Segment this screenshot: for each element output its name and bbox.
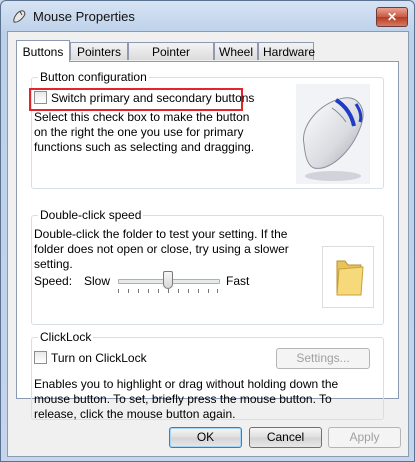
switch-buttons-checkbox[interactable] (34, 91, 47, 104)
slider-tick (158, 289, 159, 293)
slider-tick (188, 289, 189, 293)
slider-tick (128, 289, 129, 293)
clicklock-checkbox[interactable] (34, 351, 47, 364)
slider-tick (208, 289, 209, 293)
double-click-speed-slider[interactable] (118, 271, 220, 293)
cancel-button[interactable]: Cancel (249, 427, 322, 448)
close-button[interactable]: ✕ (376, 7, 408, 27)
clicklock-title: ClickLock (38, 330, 94, 344)
ok-button[interactable]: OK (169, 427, 242, 448)
clicklock-group: ClickLock Turn on ClickLock Settings... … (31, 330, 384, 421)
buttons-tab-panel: Button configuration Switch primary and … (16, 61, 399, 421)
button-configuration-description: Select this check box to make the button… (34, 110, 255, 154)
close-icon: ✕ (386, 10, 398, 24)
fast-label: Fast (226, 274, 250, 288)
mouse-illustration-icon (303, 97, 364, 181)
slider-tick (217, 289, 218, 293)
slider-tick (118, 289, 119, 293)
slider-tick (168, 289, 169, 293)
clicklock-label[interactable]: Turn on ClickLock (51, 351, 147, 365)
test-folder-area[interactable] (322, 246, 374, 308)
mouse-properties-window: Mouse Properties ✕ Buttons Pointers Poin… (0, 0, 415, 462)
title-bar[interactable]: Mouse Properties ✕ (1, 1, 414, 31)
mouse-image (296, 84, 370, 184)
double-click-description: Double-click the folder to test your set… (34, 227, 289, 271)
tab-hardware[interactable]: Hardware (258, 42, 315, 60)
window-title: Mouse Properties (33, 9, 135, 24)
clicklock-description: Enables you to highlight or drag without… (34, 377, 339, 421)
tab-wheel[interactable]: Wheel (214, 42, 258, 60)
clicklock-settings-button[interactable]: Settings... (276, 348, 370, 369)
slider-tick (198, 289, 199, 293)
tab-pointer-options[interactable]: Pointer Options (128, 42, 214, 77)
double-click-speed-group: Double-click speed Double-click the fold… (31, 208, 384, 325)
apply-button[interactable]: Apply (328, 427, 401, 448)
speed-label: Speed: (34, 274, 73, 288)
tab-pointers[interactable]: Pointers (70, 42, 128, 60)
folder-icon[interactable] (323, 247, 373, 307)
slider-tick (178, 289, 179, 293)
button-configuration-group: Button configuration Switch primary and … (29, 70, 384, 189)
slider-tick (138, 289, 139, 293)
tab-buttons[interactable]: Buttons (16, 40, 70, 62)
clicklock-option[interactable]: Turn on ClickLock (34, 351, 147, 365)
slow-label: Slow (84, 274, 111, 288)
dialog-client-area: Buttons Pointers Pointer Options Wheel H… (7, 31, 409, 457)
double-click-speed-title: Double-click speed (38, 208, 144, 222)
switch-buttons-label[interactable]: Switch primary and secondary buttons (51, 91, 254, 105)
slider-thumb[interactable] (163, 271, 173, 289)
switch-buttons-option[interactable]: Switch primary and secondary buttons (34, 91, 254, 105)
button-configuration-title: Button configuration (38, 70, 149, 84)
slider-tick (148, 289, 149, 293)
mouse-icon (13, 10, 26, 23)
